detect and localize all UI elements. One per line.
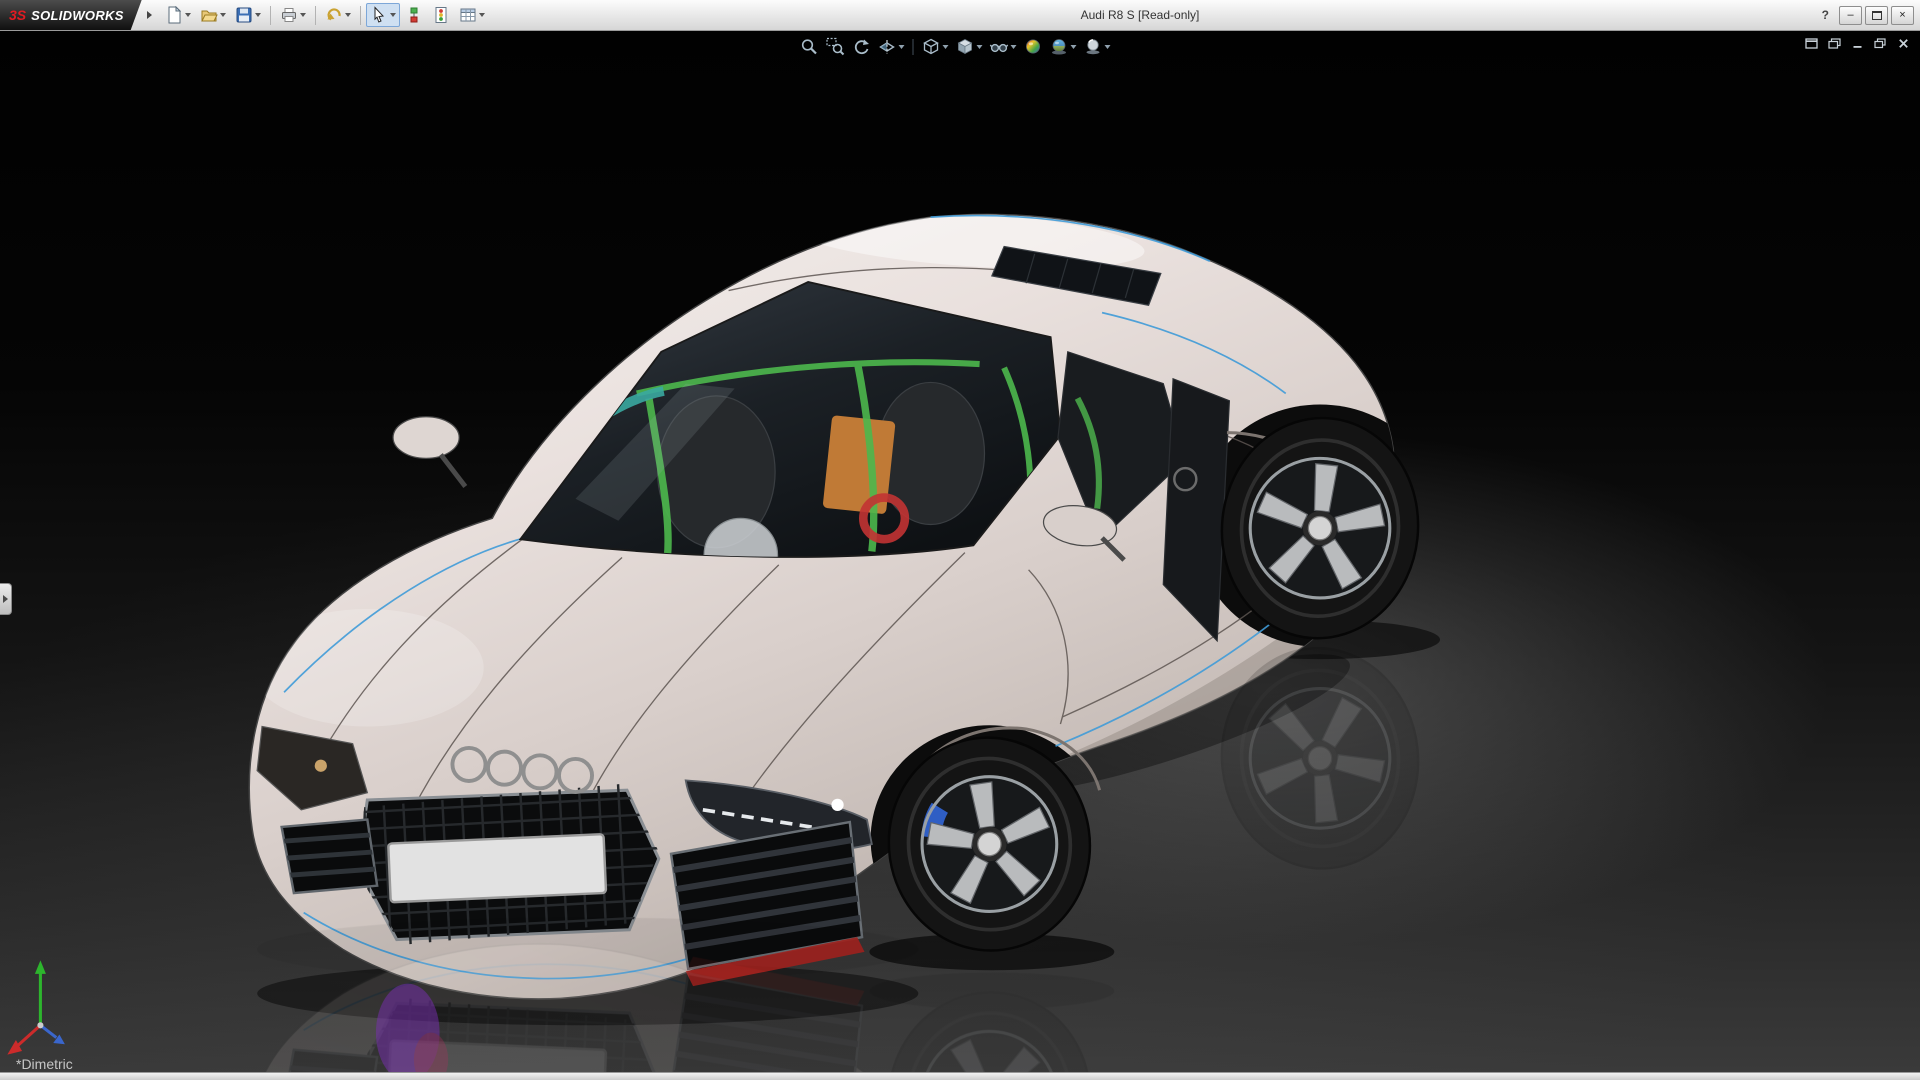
rebuild-button[interactable] [428,3,454,27]
rebuild-icon [435,7,447,23]
open-document-icon [200,10,218,22]
section-view-icon [879,40,895,54]
3d-scene[interactable] [0,31,1920,1073]
view-orientation-icon [923,38,939,55]
maximize-button[interactable] [1865,5,1888,25]
window-controls: ? – × [1815,0,1914,30]
dropdown-caret-icon[interactable] [299,13,306,17]
window-tile-button[interactable] [1803,36,1819,50]
previous-view-icon [854,39,869,55]
document-close-button[interactable] [1895,36,1911,50]
previous-view-button[interactable] [850,35,873,58]
undo-button[interactable] [321,3,355,27]
save-button[interactable] [231,3,265,27]
new-document-button[interactable] [161,3,195,27]
zoom-to-area-icon [826,37,845,56]
orientation-triad [7,960,65,1055]
window-title: Audi R8 S [Read-only] [1080,8,1200,22]
window-cascade-button[interactable] [1826,36,1842,50]
restore-icon [1874,37,1886,48]
solidworks-logo: 3S SOLIDWORKS [0,0,142,30]
apply-scene-button[interactable] [1048,35,1079,58]
view-settings-icon [1086,39,1100,55]
titlebar: 3S SOLIDWORKS Audi R8 S [Read-only] ? – … [0,0,1920,31]
minimize-button[interactable]: – [1839,5,1862,25]
help-button[interactable]: ? [1815,8,1836,22]
view-orientation-label: *Dimetric [16,1056,73,1072]
document-window-controls [1803,36,1911,50]
select-tool-button[interactable] [365,3,400,27]
instant3d-button[interactable] [401,3,427,27]
minimize-icon [1853,45,1861,48]
dropdown-caret-icon[interactable] [344,13,351,17]
instant3d-icon [410,7,418,23]
maximize-icon [1871,10,1882,20]
edit-appearance-button[interactable] [1022,35,1045,58]
toolbar-separator [314,5,316,25]
license-plate[interactable] [387,833,608,904]
view-settings-button[interactable] [1082,35,1113,58]
menu-expand-arrow-icon[interactable] [146,11,152,19]
options-table-icon [460,8,476,22]
select-cursor-icon [374,6,384,23]
zoom-to-area-button[interactable] [824,35,847,58]
solidworks-wordmark: SOLIDWORKS [31,7,124,23]
dropdown-caret-icon[interactable] [1010,44,1017,49]
document-minimize-button[interactable] [1849,36,1865,50]
dropdown-caret-icon[interactable] [1104,44,1111,49]
zoom-to-fit-icon [801,39,817,55]
toolbar-separator [359,5,361,25]
edit-appearance-icon [1026,39,1040,54]
heads-up-view-toolbar [798,35,1113,58]
section-view-button[interactable] [876,35,907,58]
close-button[interactable]: × [1891,5,1914,25]
expand-panel-arrow-icon [3,595,8,603]
window-icon [1804,37,1818,49]
featuremanager-flyout-tab[interactable] [0,583,12,615]
dropdown-caret-icon[interactable] [219,13,226,17]
open-document-button[interactable] [196,3,230,27]
view-orientation-button[interactable] [920,35,951,58]
save-icon [236,7,252,23]
status-bar [0,1072,1920,1080]
dropdown-caret-icon[interactable] [478,13,485,17]
window-cascade-icon [1827,37,1841,49]
dassault-3ds-logo-icon: 3S [9,7,27,23]
dropdown-caret-icon[interactable] [184,13,191,17]
zoom-to-fit-button[interactable] [798,35,821,58]
toolbar-separator [269,5,271,25]
main-toolbar [161,3,489,27]
document-restore-button[interactable] [1872,36,1888,50]
close-icon [1898,38,1908,48]
apply-scene-icon [1052,39,1066,55]
dropdown-caret-icon[interactable] [942,44,949,49]
toolbar-separator [912,38,914,55]
dropdown-caret-icon[interactable] [254,13,261,17]
car-model[interactable] [248,200,1446,1026]
print-icon [281,8,296,22]
new-document-icon [168,6,181,24]
display-style-icon [957,39,973,55]
display-style-button[interactable] [954,35,985,58]
left-intake[interactable] [277,818,382,895]
left-mirror[interactable] [392,416,468,489]
options-button[interactable] [455,3,489,27]
undo-icon [327,8,341,21]
graphics-viewport[interactable]: *Dimetric [0,31,1920,1073]
dropdown-caret-icon[interactable] [389,13,396,17]
hide-show-items-button[interactable] [988,35,1019,58]
y-axis-arrow [34,960,46,974]
dropdown-caret-icon[interactable] [976,44,983,49]
print-button[interactable] [276,3,310,27]
hide-show-items-icon [989,43,1009,53]
dropdown-caret-icon[interactable] [1070,44,1077,49]
dropdown-caret-icon[interactable] [898,44,905,49]
